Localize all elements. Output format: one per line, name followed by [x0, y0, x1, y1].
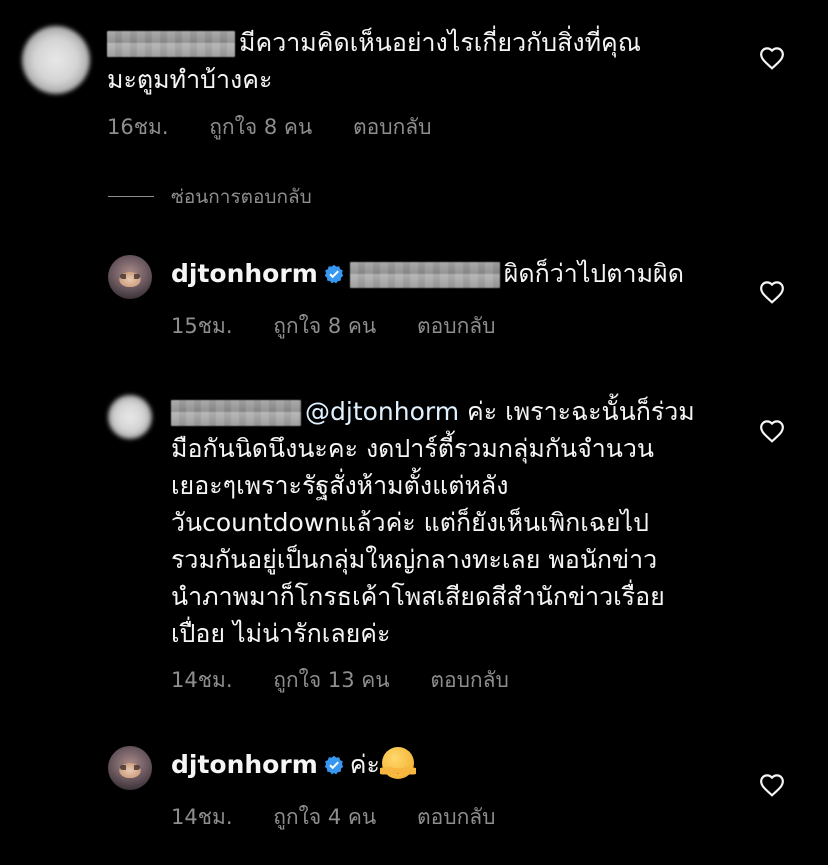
- comment-body-line: เปื่อย ไม่น่ารักเลยค่ะ: [171, 619, 391, 648]
- heart-icon[interactable]: [759, 773, 785, 797]
- comment-body: djtonhorm ค่ะ: [171, 747, 416, 783]
- comment-body: @djtonhorm ค่ะ เพราะฉะนั้นก็ร่วม: [171, 394, 695, 430]
- comment-meta: 14ชม. ถูกใจ 13 คน ตอบกลับ: [171, 664, 543, 697]
- timestamp: 16ชม.: [107, 115, 169, 139]
- verified-badge-icon: [324, 264, 343, 284]
- hide-replies-divider: [108, 196, 154, 197]
- avatar[interactable]: [108, 395, 152, 439]
- comments-thread: มีความคิดเห็นอย่างไรเกี่ยวกับสิ่งที่คุณ …: [0, 0, 828, 865]
- likes-count[interactable]: ถูกใจ 4 คน: [273, 805, 376, 829]
- timestamp: 15ชม.: [171, 314, 233, 338]
- username[interactable]: djtonhorm: [171, 750, 318, 779]
- comment-body-line: รวมกันอยู่เป็นกลุ่มใหญ่กลางทะเลย พอนักข่…: [171, 545, 658, 574]
- comment-body: djtonhorm ผิดก็ว่าไปตามผิด: [171, 259, 684, 288]
- likes-count[interactable]: ถูกใจ 8 คน: [273, 314, 376, 338]
- likes-count[interactable]: ถูกใจ 8 คน: [209, 115, 312, 139]
- avatar[interactable]: [108, 255, 152, 299]
- comment-body: มีความคิดเห็นอย่างไรเกี่ยวกับสิ่งที่คุณ: [107, 25, 641, 61]
- mention-link[interactable]: @djtonhorm: [305, 397, 459, 426]
- likes-count[interactable]: ถูกใจ 13 คน: [273, 668, 389, 692]
- username-redacted[interactable]: [171, 400, 301, 426]
- heart-icon[interactable]: [759, 280, 785, 304]
- username[interactable]: djtonhorm: [171, 259, 318, 288]
- comment-body-line: มือกันนิดนึงนะคะ งดปาร์ตี้รวมกลุ่มกันจำน…: [171, 434, 654, 463]
- comment-meta: 14ชม. ถูกใจ 4 คน ตอบกลับ: [171, 801, 529, 834]
- comment-body-line: วันcountdownแล้วค่ะ แต่ก็ยังเห็นเพิกเฉยไ…: [171, 508, 649, 537]
- comment-meta: 15ชม. ถูกใจ 8 คน ตอบกลับ: [171, 310, 529, 343]
- comment-body-line: เยอะๆเพราะรัฐสั่งห้ามตั้งแต่หลัง: [171, 471, 509, 500]
- username-redacted[interactable]: [107, 31, 235, 57]
- mention-redacted[interactable]: [349, 262, 500, 288]
- heart-icon[interactable]: [759, 419, 785, 443]
- comment-body-line: มะตูมทำบ้างคะ: [107, 65, 273, 94]
- reply-button[interactable]: ตอบกลับ: [353, 115, 432, 139]
- timestamp: 14ชม.: [171, 668, 233, 692]
- timestamp: 14ชม.: [171, 805, 233, 829]
- verified-badge-icon: [324, 755, 343, 775]
- comment-meta: 16ชม. ถูกใจ 8 คน ตอบกลับ: [107, 111, 465, 144]
- hugging-face-emoji: [379, 747, 416, 779]
- avatar[interactable]: [108, 746, 152, 790]
- hide-replies-button[interactable]: ซ่อนการตอบกลับ: [171, 182, 312, 212]
- reply-button[interactable]: ตอบกลับ: [417, 805, 496, 829]
- comment-body-line: นำภาพมาก็โกรธเค้าโพสเสียดสีสำนักข่าวเรื่…: [171, 582, 665, 611]
- heart-icon[interactable]: [759, 46, 785, 70]
- reply-button[interactable]: ตอบกลับ: [417, 314, 496, 338]
- avatar[interactable]: [22, 26, 90, 94]
- reply-button[interactable]: ตอบกลับ: [430, 668, 509, 692]
